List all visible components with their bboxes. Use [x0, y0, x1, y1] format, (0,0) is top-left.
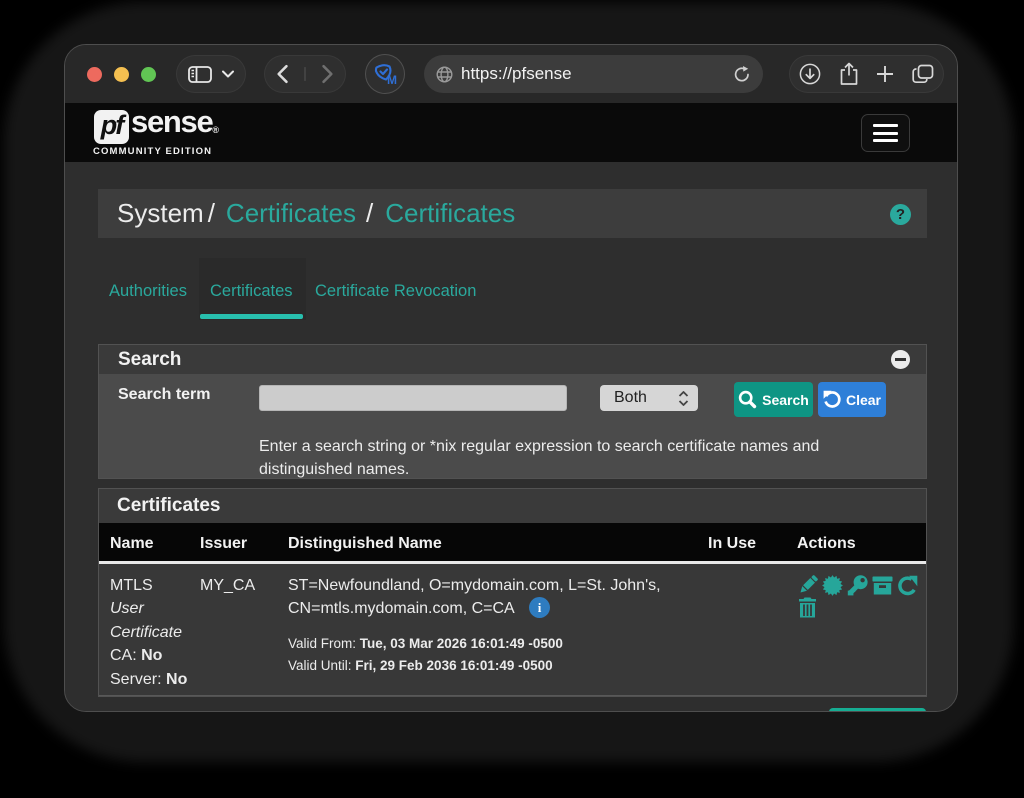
svg-text:M: M — [387, 73, 397, 87]
